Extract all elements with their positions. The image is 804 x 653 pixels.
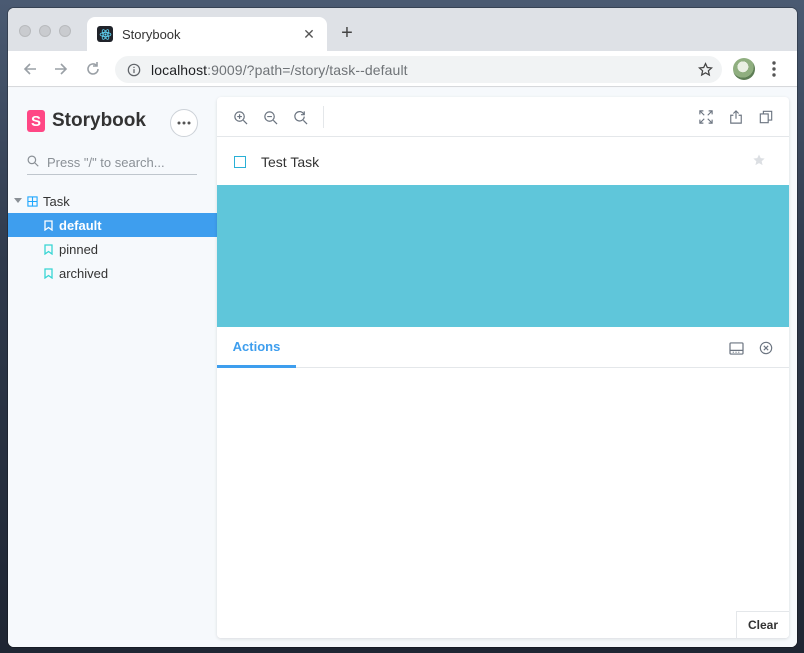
url-text: localhost:9009/?path=/story/task--defaul… <box>151 62 696 78</box>
tree-item-default[interactable]: default <box>8 213 217 237</box>
tab-strip: Storybook ✕ + <box>8 8 797 51</box>
bookmark-star-icon[interactable] <box>696 62 714 77</box>
pin-star-icon[interactable] <box>752 153 766 172</box>
tree-item-label: pinned <box>59 241 99 257</box>
more-options-icon[interactable] <box>770 60 778 78</box>
close-window-button[interactable] <box>19 25 31 37</box>
preview-panel: Test Task Actions Clear <box>217 97 789 638</box>
info-icon[interactable] <box>126 62 142 78</box>
addons-tab-bar: Actions <box>217 327 789 368</box>
storybook-logo[interactable]: S Storybook <box>27 110 146 132</box>
profile-avatar[interactable] <box>733 58 755 80</box>
address-bar[interactable]: localhost:9009/?path=/story/task--defaul… <box>115 56 722 83</box>
browser-toolbar: localhost:9009/?path=/story/task--defaul… <box>8 51 797 87</box>
browser-window: Storybook ✕ + localhost:9009/?path=/stor… <box>8 8 797 647</box>
minimize-window-button[interactable] <box>39 25 51 37</box>
close-panel-icon[interactable] <box>756 338 776 358</box>
fullscreen-icon[interactable] <box>694 105 718 129</box>
search-box <box>27 151 197 175</box>
task-title[interactable]: Test Task <box>261 154 319 170</box>
browser-tab[interactable]: Storybook ✕ <box>87 17 327 51</box>
caret-down-icon <box>14 195 22 207</box>
tree-group-task[interactable]: Task <box>8 189 217 213</box>
search-icon <box>27 154 39 172</box>
window-controls <box>19 25 71 37</box>
task-checkbox[interactable] <box>234 156 246 168</box>
bookmark-icon <box>42 243 54 255</box>
panel-orientation-icon[interactable] <box>726 338 746 358</box>
bookmark-icon <box>42 267 54 279</box>
tab-actions[interactable]: Actions <box>217 327 296 368</box>
new-tab-button[interactable]: + <box>337 23 357 44</box>
react-icon <box>97 26 113 42</box>
preview-toolbar <box>217 97 789 137</box>
zoom-reset-icon[interactable] <box>288 105 312 129</box>
brand-title: Storybook <box>52 110 146 131</box>
copy-link-icon[interactable] <box>754 105 778 129</box>
forward-icon[interactable] <box>51 59 71 79</box>
storybook-app: S Storybook T <box>8 88 797 647</box>
tab-title: Storybook <box>122 26 181 42</box>
tree-group-label: Task <box>43 193 70 209</box>
zoom-out-icon[interactable] <box>258 105 282 129</box>
addons-panel: Actions Clear <box>217 327 789 638</box>
url-path: :9009/?path=/story/task--default <box>207 61 408 78</box>
story-tree: Task default pinned archived <box>8 189 217 285</box>
zoom-in-icon[interactable] <box>228 105 252 129</box>
bookmark-icon <box>42 219 54 231</box>
back-icon[interactable] <box>20 59 40 79</box>
maximize-window-button[interactable] <box>59 25 71 37</box>
story-canvas-area <box>217 185 789 327</box>
tree-item-archived[interactable]: archived <box>8 261 217 285</box>
tree-item-label: archived <box>59 265 109 281</box>
tab-close-icon[interactable]: ✕ <box>301 26 317 43</box>
tree-item-label: default <box>59 217 102 233</box>
task-item: Test Task <box>217 138 789 185</box>
search-input[interactable] <box>47 155 187 170</box>
reload-icon[interactable] <box>83 59 103 79</box>
storybook-mark-icon: S <box>27 110 45 132</box>
tree-item-pinned[interactable]: pinned <box>8 237 217 261</box>
component-icon <box>26 195 38 207</box>
sidebar: S Storybook T <box>8 88 217 647</box>
url-host: localhost <box>151 61 208 78</box>
sidebar-menu-button[interactable] <box>170 109 198 137</box>
clear-button[interactable]: Clear <box>736 611 789 638</box>
toolbar-divider <box>323 106 324 128</box>
share-icon[interactable] <box>724 105 748 129</box>
